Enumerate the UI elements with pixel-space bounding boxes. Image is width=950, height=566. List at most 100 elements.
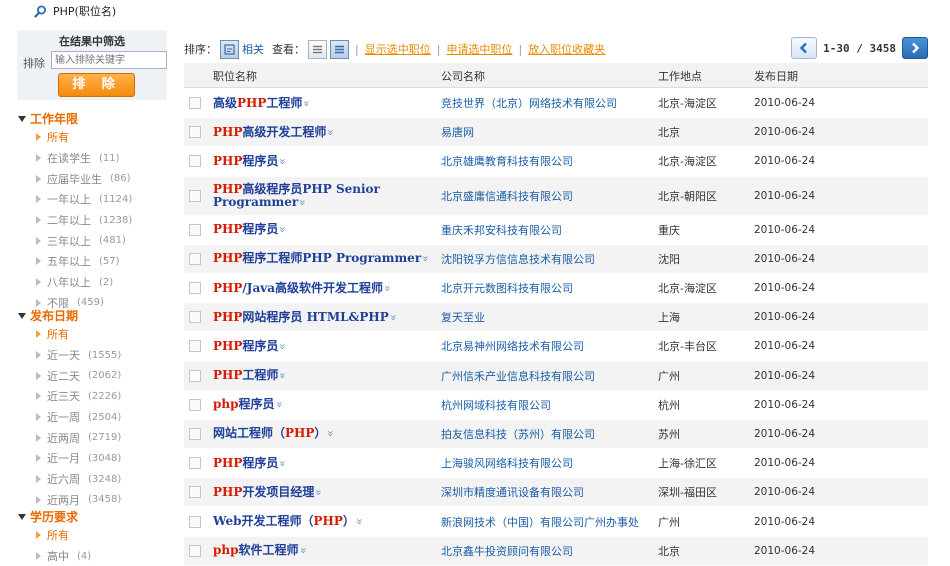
company-link[interactable]: 拍友信息科技（苏州）有限公司 xyxy=(441,420,595,448)
company-link[interactable]: 深圳市精度通讯设备有限公司 xyxy=(441,478,584,506)
row-checkbox[interactable] xyxy=(189,544,201,557)
facet-option[interactable]: 所有 xyxy=(17,127,167,148)
facet-option[interactable]: 应届毕业生 (86) xyxy=(17,168,167,189)
company-link[interactable]: 北京易神州网络技术有限公司 xyxy=(441,332,584,360)
job-title-link[interactable]: PHP开发项目经理» xyxy=(213,478,433,506)
apply-selected-jobs-link[interactable]: 申请选中职位 xyxy=(446,41,512,57)
job-title-link[interactable]: PHP程序工程师PHP Programmer» xyxy=(213,245,433,273)
double-chevron-down-icon[interactable]: » xyxy=(353,518,366,525)
show-selected-jobs-link[interactable]: 显示选中职位 xyxy=(365,41,431,57)
double-chevron-down-icon[interactable]: » xyxy=(381,285,394,292)
facet-option-label: 高中 xyxy=(47,550,69,564)
job-title-link[interactable]: PHP高级程序员PHP Senior Programmer» xyxy=(213,177,433,215)
company-link[interactable]: 重庆禾邦安科技有限公司 xyxy=(441,216,562,244)
double-chevron-down-icon[interactable]: » xyxy=(312,489,325,496)
facet-option[interactable]: 八年以上 (2) xyxy=(17,272,167,293)
row-checkbox[interactable] xyxy=(189,369,201,382)
facet-option[interactable]: 近两周 (2719) xyxy=(17,427,167,448)
company-link[interactable]: 北京盛庸信通科技有限公司 xyxy=(441,177,573,215)
company-link[interactable]: 杭州网域科技有限公司 xyxy=(441,391,551,419)
job-title-link[interactable]: php程序员» xyxy=(213,391,433,419)
row-checkbox[interactable] xyxy=(189,282,201,295)
row-checkbox[interactable] xyxy=(189,427,201,440)
job-title-link[interactable]: PHP程序员» xyxy=(213,147,433,175)
next-page-button[interactable] xyxy=(902,37,928,59)
facet-option[interactable]: 五年以上 (57) xyxy=(17,251,167,272)
double-chevron-down-icon[interactable]: » xyxy=(276,343,289,350)
list-view-icon[interactable] xyxy=(308,39,327,59)
company-link[interactable]: 沈阳锐孚方信信息技术有限公司 xyxy=(441,245,595,273)
facet-option[interactable]: 所有 xyxy=(17,525,167,546)
double-chevron-down-icon[interactable]: » xyxy=(296,199,309,206)
company-link[interactable]: 易唐网 xyxy=(441,118,474,146)
exclude-keyword-input[interactable] xyxy=(51,51,167,69)
row-checkbox[interactable] xyxy=(189,515,201,528)
add-to-favorites-link[interactable]: 放入职位收藏夹 xyxy=(528,41,605,57)
company-link[interactable]: 复天至业 xyxy=(441,303,485,331)
facet-option[interactable]: 近一月 (3048) xyxy=(17,448,167,469)
row-checkbox[interactable] xyxy=(189,97,201,110)
double-chevron-down-icon[interactable]: » xyxy=(276,226,289,233)
double-chevron-down-icon[interactable]: » xyxy=(276,158,289,165)
facet-option[interactable]: 近二天 (2062) xyxy=(17,365,167,386)
double-chevron-down-icon[interactable]: » xyxy=(387,314,400,321)
row-checkbox[interactable] xyxy=(189,189,201,202)
company-link[interactable]: 北京鑫牛投资顾问有限公司 xyxy=(441,537,573,565)
job-title-text: Web开发工程师（ xyxy=(213,514,314,529)
row-checkbox[interactable] xyxy=(189,486,201,499)
facet-option[interactable]: 近三天 (2226) xyxy=(17,386,167,407)
detail-view-icon[interactable] xyxy=(330,39,349,59)
double-chevron-down-icon[interactable]: » xyxy=(324,431,337,438)
exclude-button[interactable]: 排 除 xyxy=(58,73,135,97)
job-title-link[interactable]: 网站工程师（PHP）» xyxy=(213,420,433,448)
facet-option[interactable]: 二年以上 (1238) xyxy=(17,210,167,231)
arrow-right-icon xyxy=(36,433,41,442)
double-chevron-down-icon[interactable]: » xyxy=(300,100,313,107)
facet-option[interactable]: 三年以上 (481) xyxy=(17,230,167,251)
job-title-link[interactable]: 高级PHP工程师» xyxy=(213,89,433,117)
row-checkbox[interactable] xyxy=(189,398,201,411)
job-title-link[interactable]: php软件工程师» xyxy=(213,537,433,565)
prev-page-button[interactable] xyxy=(791,37,818,59)
job-title-link[interactable]: PHP程序员» xyxy=(213,449,433,477)
company-link[interactable]: 北京雄鹰教育科技有限公司 xyxy=(441,147,573,175)
facet-option[interactable]: 近六周 (3248) xyxy=(17,469,167,490)
facet-header[interactable]: 学历要求 xyxy=(17,508,167,525)
job-title-link[interactable]: PHP高级开发工程师» xyxy=(213,118,433,146)
job-title-link[interactable]: PHP程序员» xyxy=(213,332,433,360)
sort-by-relevance-link[interactable]: 相关 xyxy=(242,41,264,57)
row-checkbox[interactable] xyxy=(189,126,201,139)
sort-by-date-icon[interactable] xyxy=(220,39,239,59)
company-link[interactable]: 北京开元数图科技有限公司 xyxy=(441,274,573,302)
job-title-link[interactable]: PHP网站程序员 HTML&PHP» xyxy=(213,303,433,331)
facet-option[interactable]: 在读学生 (11) xyxy=(17,148,167,169)
facet-option[interactable]: 所有 xyxy=(17,324,167,345)
row-checkbox[interactable] xyxy=(189,457,201,470)
row-checkbox[interactable] xyxy=(189,340,201,353)
company-link[interactable]: 广州信禾产业信息科技有限公司 xyxy=(441,362,595,390)
double-chevron-down-icon[interactable]: » xyxy=(324,129,337,136)
double-chevron-down-icon[interactable]: » xyxy=(296,547,309,554)
job-title-link[interactable]: PHP程序员» xyxy=(213,216,433,244)
double-chevron-down-icon[interactable]: » xyxy=(272,401,285,408)
facet-option[interactable]: 高中 (4) xyxy=(17,546,167,566)
row-checkbox[interactable] xyxy=(189,223,201,236)
row-checkbox[interactable] xyxy=(189,252,201,265)
double-chevron-down-icon[interactable]: » xyxy=(276,372,289,379)
row-checkbox[interactable] xyxy=(189,155,201,168)
facet-header[interactable]: 工作年限 xyxy=(17,110,167,127)
double-chevron-down-icon[interactable]: » xyxy=(276,460,289,467)
company-link[interactable]: 上海骏风网络科技有限公司 xyxy=(441,449,573,477)
facet-option[interactable]: 近一天 (1555) xyxy=(17,345,167,366)
double-chevron-down-icon[interactable]: » xyxy=(419,255,432,262)
facet-option[interactable]: 一年以上 (1124) xyxy=(17,189,167,210)
job-location: 杭州 xyxy=(658,398,680,412)
job-title-link[interactable]: Web开发工程师（PHP）» xyxy=(213,507,433,535)
company-link[interactable]: 竞技世界（北京）网络技术有限公司 xyxy=(441,89,617,117)
row-checkbox[interactable] xyxy=(189,311,201,324)
facet-option[interactable]: 近一周 (2504) xyxy=(17,407,167,428)
company-link[interactable]: 新浪网技术（中国）有限公司广州办事处 xyxy=(441,507,639,535)
facet-header[interactable]: 发布日期 xyxy=(17,307,167,324)
job-title-link[interactable]: PHP/Java高级软件开发工程师» xyxy=(213,274,433,302)
job-title-link[interactable]: PHP工程师» xyxy=(213,362,433,390)
